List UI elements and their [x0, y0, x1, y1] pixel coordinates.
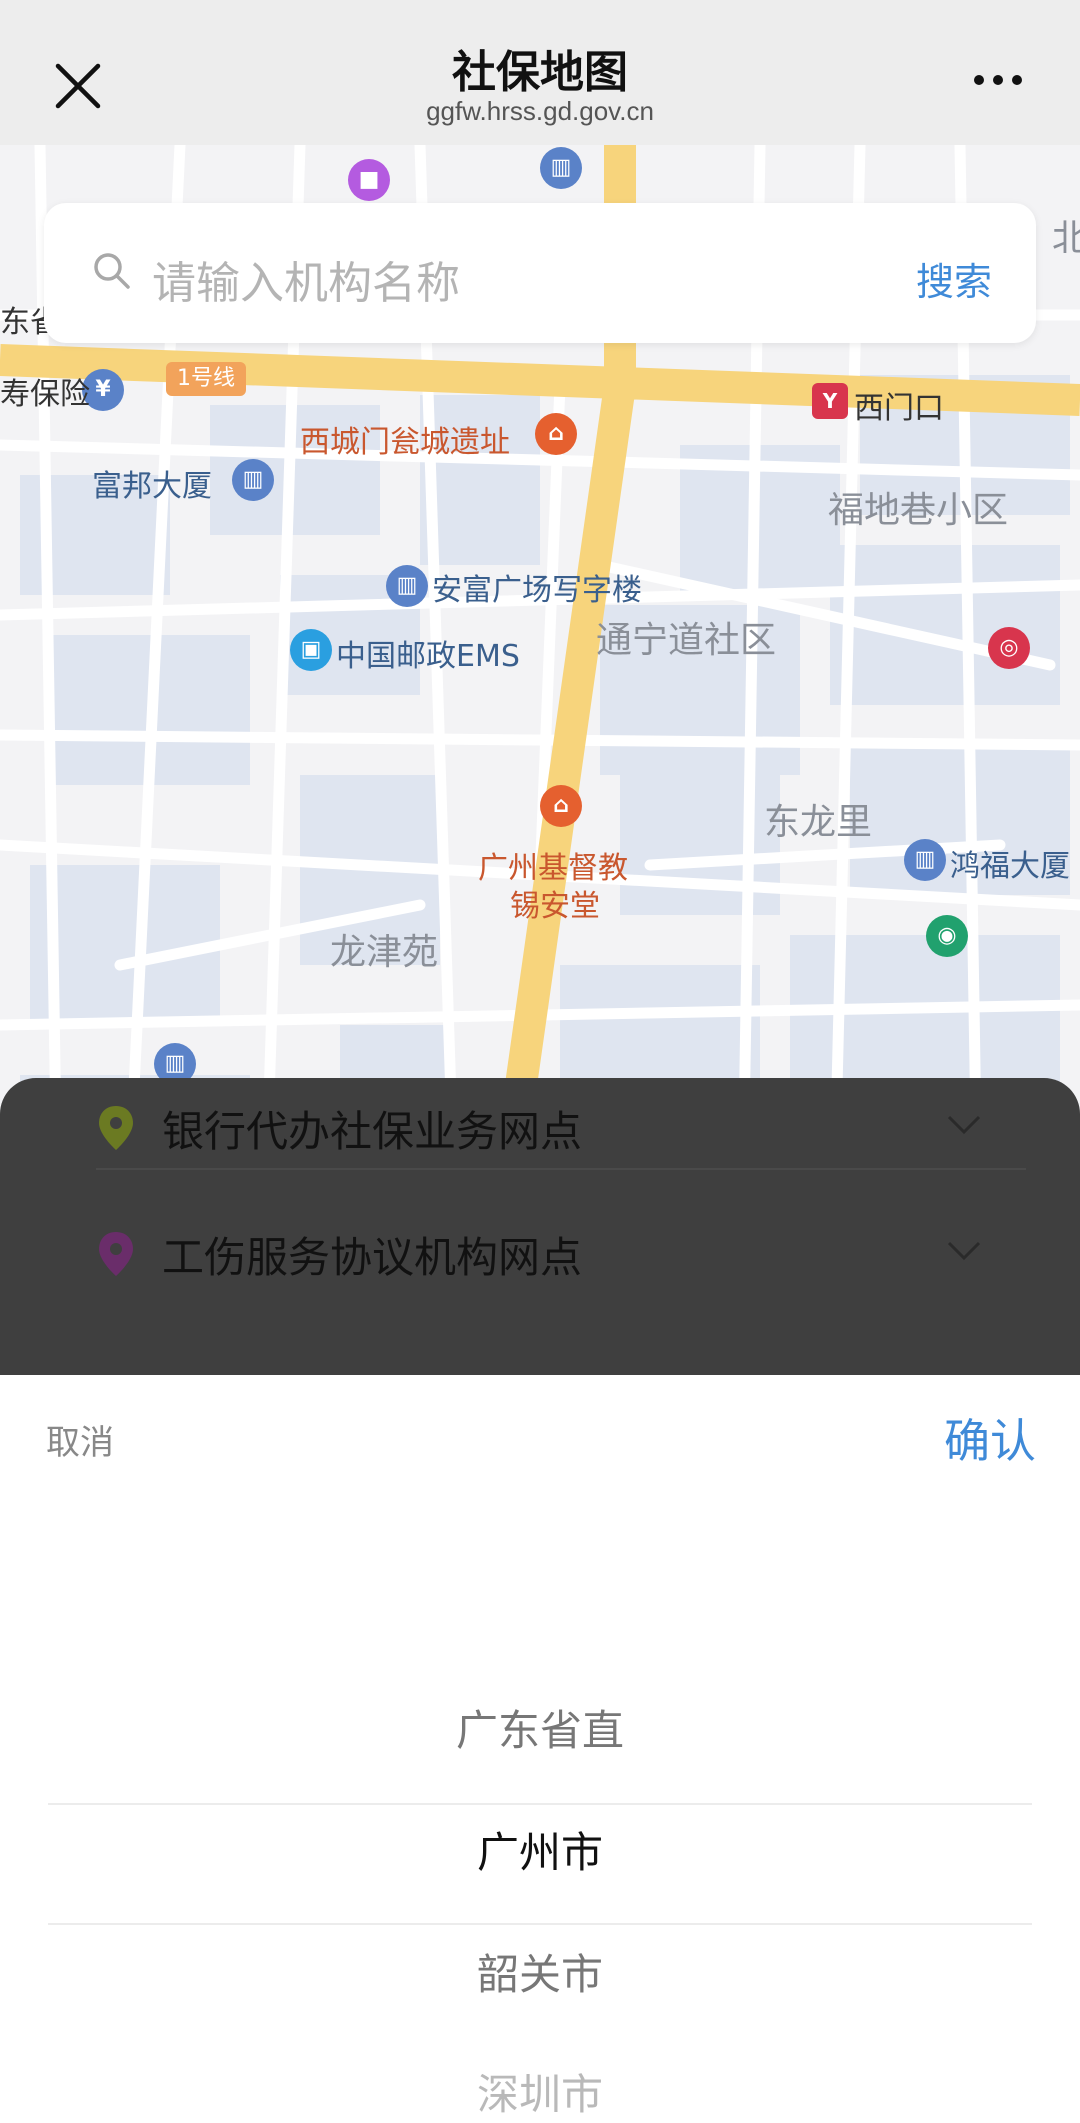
map-label-g: 安富广场写字楼: [432, 573, 642, 608]
category-label: 银行代办社保业务网点: [162, 1107, 583, 1156]
location-pin-icon: [99, 1232, 133, 1276]
building-pin-icon[interactable]: ▥: [904, 839, 946, 881]
divider: [96, 1168, 1026, 1170]
shopping-pin-icon[interactable]: ■: [348, 159, 390, 201]
search-input[interactable]: 请输入机构名称: [152, 247, 460, 311]
picker-option[interactable]: 韶关市: [0, 1941, 1080, 2002]
metro-station-icon[interactable]: Y: [812, 383, 848, 419]
map-label-m: 锡安堂: [510, 889, 600, 924]
map-label-k: 鸿福大厦: [950, 849, 1070, 884]
map-label-f: 福地巷小区: [828, 490, 1009, 531]
search-icon: [94, 253, 130, 289]
map-label-o: 北: [1052, 218, 1080, 259]
building-pin-icon[interactable]: ▥: [386, 565, 428, 607]
city-picker-sheet: 取消 确认 广东省直 广州市 韶关市 深圳市: [0, 1375, 1080, 2123]
search-bar: 请输入机构名称 搜索: [44, 203, 1036, 343]
location-pin-icon: [99, 1106, 133, 1150]
building-pin-icon[interactable]: ▥: [232, 459, 274, 501]
chevron-down-icon: [947, 1115, 981, 1135]
picker-option[interactable]: 深圳市: [0, 2061, 1080, 2122]
map-label-d: 西门口: [854, 391, 944, 426]
title-bar: 社保地图 ggfw.hrss.gd.gov.cn: [0, 0, 1080, 145]
landmark-pin-icon[interactable]: ⌂: [535, 413, 577, 455]
map-label-h: 通宁道社区: [596, 620, 777, 661]
bank-pin-icon[interactable]: ◉: [926, 915, 968, 957]
chevron-down-icon: [947, 1241, 981, 1261]
cancel-button[interactable]: 取消: [46, 1415, 114, 1464]
page-url: ggfw.hrss.gd.gov.cn: [426, 96, 654, 126]
category-row-bank[interactable]: 银行代办社保业务网点: [0, 1062, 1080, 1182]
bank-pin-icon[interactable]: ◎: [988, 627, 1030, 669]
map-label-e: 富邦大厦: [92, 469, 212, 504]
map-label-n: 龙津苑: [330, 932, 439, 973]
page-title: 社保地图: [452, 47, 628, 98]
building-pin-icon[interactable]: ▥: [540, 147, 582, 189]
picker-selection-line-top: [48, 1803, 1032, 1805]
map-label-c: 西城门瓮城遗址: [300, 425, 510, 460]
picker-selection-line-bottom: [48, 1923, 1032, 1925]
post-office-pin-icon[interactable]: ▣: [290, 629, 332, 671]
metro-line-badge: 1号线: [166, 362, 246, 396]
search-button[interactable]: 搜索: [916, 251, 992, 306]
church-pin-icon[interactable]: ⌂: [540, 785, 582, 827]
map-label-j: 东龙里: [764, 802, 873, 843]
category-panel: 银行代办社保业务网点 工伤服务协议机构网点: [0, 1078, 1080, 1375]
category-row-injury[interactable]: 工伤服务协议机构网点: [0, 1188, 1080, 1308]
map-label-b: 寿保险: [0, 377, 90, 412]
category-label: 工伤服务协议机构网点: [162, 1233, 583, 1282]
picker-option-selected[interactable]: 广州市: [0, 1819, 1080, 1880]
more-options-icon[interactable]: [974, 70, 1034, 98]
confirm-button[interactable]: 确认: [944, 1405, 1036, 1471]
picker-option[interactable]: 广东省直: [0, 1697, 1080, 1758]
map-label-i: 中国邮政EMS: [336, 639, 520, 674]
